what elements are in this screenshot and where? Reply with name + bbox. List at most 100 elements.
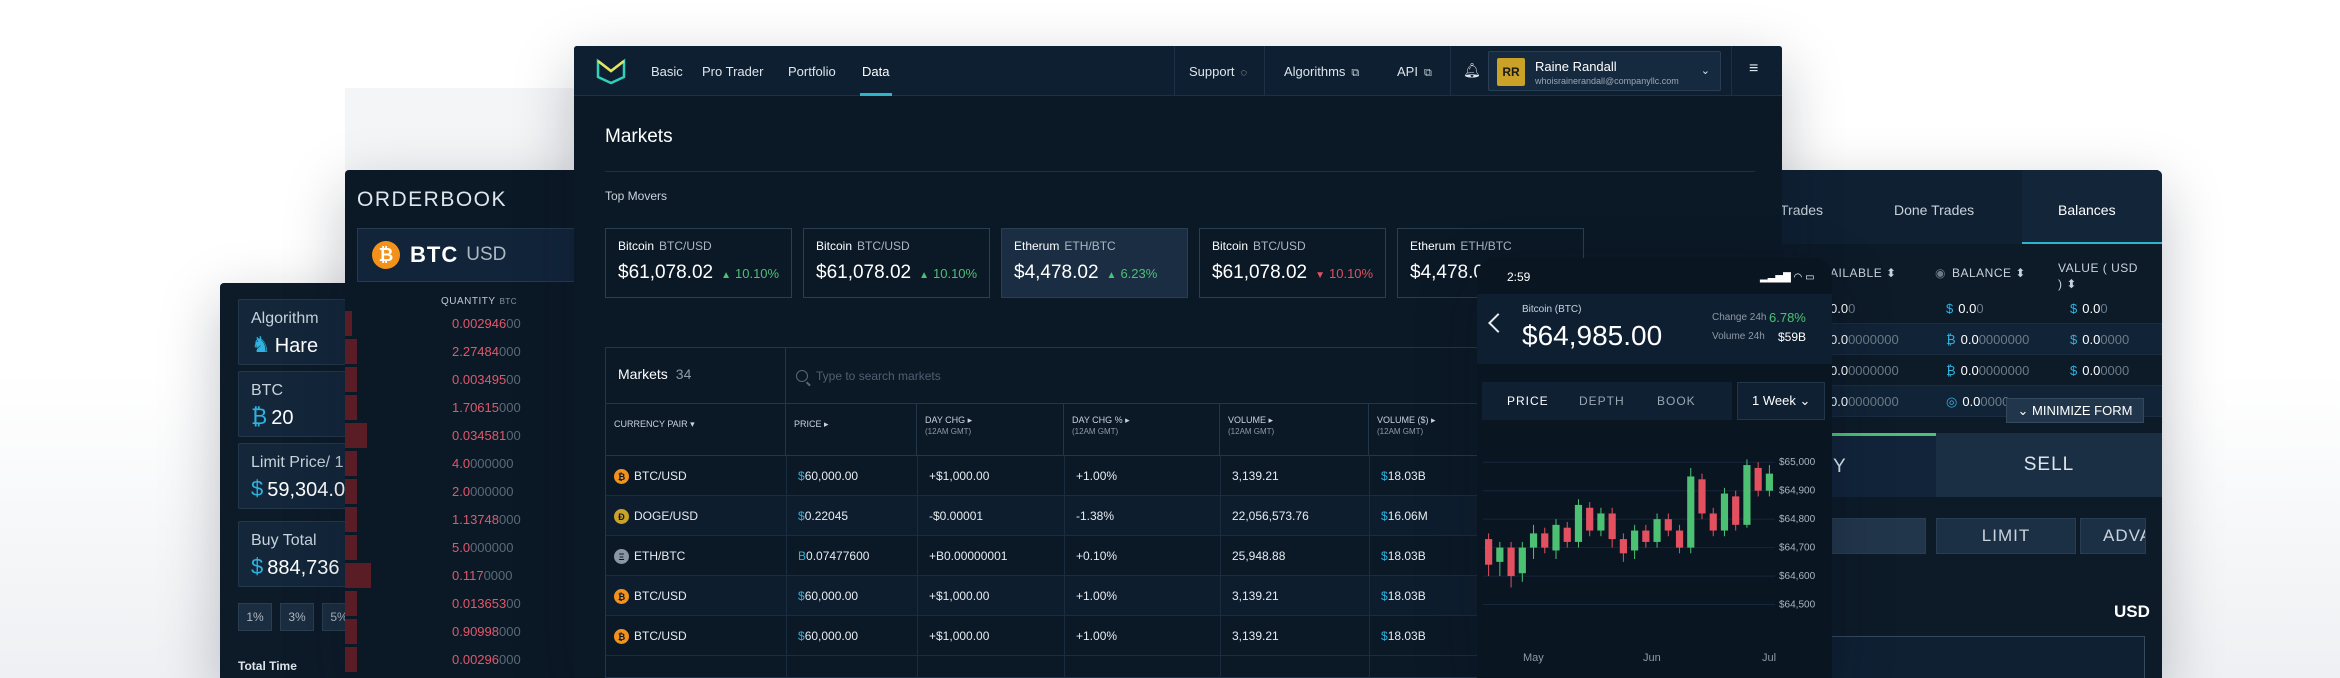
candle-body[interactable]	[1518, 547, 1526, 574]
market-order-button[interactable]	[1830, 518, 1926, 554]
candle-body[interactable]	[1541, 533, 1549, 548]
user-menu[interactable]: RR Raine Randall whoisrainerandall@compa…	[1488, 51, 1721, 91]
tab-balances[interactable]: Balances	[2058, 202, 2116, 218]
candle-body[interactable]	[1732, 496, 1740, 525]
nav-pro-trader[interactable]: Pro Trader	[702, 64, 763, 79]
tab-book[interactable]: BOOK	[1657, 394, 1696, 408]
candle-body[interactable]	[1687, 476, 1695, 548]
tab-price[interactable]: PRICE	[1507, 394, 1549, 408]
candle-body[interactable]	[1563, 527, 1571, 542]
orderbook-row[interactable]: 0.03458100	[345, 423, 585, 448]
support-link[interactable]: Support ◌	[1189, 64, 1247, 79]
balance-column-header[interactable]: ◉ BALANCE ⬍	[1935, 266, 2026, 280]
orderbook-row[interactable]: 0.90998000	[345, 619, 585, 644]
candle-body[interactable]	[1529, 533, 1538, 548]
candle-body[interactable]	[1608, 513, 1616, 540]
orderbook-quantity: 0.00294600	[452, 316, 521, 331]
candlestick-chart: $65,000 $64,900 $64,800 $64,700 $64,600 $64,5…	[1483, 457, 1816, 664]
orderbook-row[interactable]: 0.01365300	[345, 591, 585, 616]
change-value: 6.78%	[1769, 310, 1806, 325]
bell-icon[interactable]: 🔔︎	[1463, 62, 1481, 79]
nav-basic[interactable]: Basic	[651, 64, 683, 79]
candle-body[interactable]	[1496, 547, 1504, 562]
period-select[interactable]: 1 Week ⌄	[1737, 382, 1825, 420]
orderbook-quantity: 0.1170000	[452, 568, 513, 583]
tab-depth[interactable]: DEPTH	[1579, 394, 1625, 408]
orderbook-row[interactable]: 2.27484000	[345, 339, 585, 364]
change-value: 10.10%	[735, 266, 780, 281]
candle-body[interactable]	[1664, 519, 1672, 531]
column-header[interactable]: DAY CHG ▸ (12AM GMT)	[917, 404, 1064, 456]
column-divider	[1064, 456, 1065, 678]
candle-body[interactable]	[1709, 513, 1717, 531]
orderbook-row[interactable]: 2.0000000	[345, 479, 585, 504]
api-link[interactable]: API ⧉	[1397, 64, 1432, 80]
column-header[interactable]: PRICE ▸	[786, 404, 917, 456]
minimize-form-button[interactable]: ⌄ MINIMIZE FORM	[2006, 398, 2144, 423]
candle-body[interactable]	[1765, 473, 1773, 491]
nav-divider	[1174, 46, 1175, 96]
balance-zeros: 0000000	[1978, 332, 2030, 347]
candle-body[interactable]	[1642, 530, 1650, 542]
nav-portfolio[interactable]: Portfolio	[788, 64, 836, 79]
bitcoin-icon: ₿	[251, 404, 268, 429]
orderbook-row[interactable]: 4.0000000	[345, 451, 585, 476]
markets-tab[interactable]: Markets 34	[606, 348, 786, 404]
external-link-icon: ⧉	[1423, 67, 1432, 79]
nav-data[interactable]: Data	[862, 64, 889, 79]
candle-body[interactable]	[1720, 493, 1729, 531]
balance-zeros: 0	[1976, 301, 1984, 316]
candle-body[interactable]	[1586, 507, 1594, 531]
orderbook-row[interactable]: 0.1170000	[345, 563, 585, 588]
top-mover-card[interactable]: Bitcoin BTC/USD $61,078.02 ▼ 10.10%	[1199, 228, 1386, 298]
amount-input[interactable]	[1830, 636, 2145, 678]
sell-toggle[interactable]: SELL	[1936, 433, 2162, 497]
candle-body[interactable]	[1653, 519, 1661, 542]
column-header[interactable]: VOLUME ▸ (12AM GMT)	[1220, 404, 1369, 456]
balance-column-label: BALANCE ⬍	[1951, 266, 2026, 280]
currency-symbol: $	[798, 469, 805, 483]
candle-body[interactable]	[1754, 467, 1762, 491]
orderbook-pair-selector[interactable]: ₿ BTC USD	[357, 228, 585, 282]
candle-body[interactable]	[1485, 539, 1493, 565]
available-column-header[interactable]: AILABLE ⬍	[1830, 266, 1897, 280]
balance-cell: ₿ 0.00000000	[1946, 332, 2029, 347]
hamburger-menu-icon[interactable]: ≡	[1749, 60, 1758, 78]
quantity-value: 1.13748	[452, 512, 499, 527]
orderbook-row[interactable]: 0.00349500	[345, 367, 585, 392]
candle-body[interactable]	[1698, 479, 1706, 514]
limit-order-button[interactable]: LIMIT	[1936, 518, 2076, 554]
mover-price: $4,478.02 ▲ 6.23%	[1014, 262, 1175, 284]
candle-body[interactable]	[1574, 504, 1583, 542]
orderbook-row[interactable]: 0.00294600	[345, 311, 585, 336]
percent-3-button[interactable]: 3%	[280, 603, 314, 631]
value-column-header[interactable]: VALUE ( USD) ⬍	[2058, 260, 2138, 292]
candle-body[interactable]	[1552, 524, 1560, 551]
tab-trades[interactable]: Trades	[1780, 202, 1823, 218]
candle-body[interactable]	[1743, 465, 1751, 525]
column-header[interactable]: CURRENCY PAIR ▾	[606, 404, 786, 456]
top-mover-card[interactable]: Bitcoin BTC/USD $61,078.02 ▲ 10.10%	[605, 228, 792, 298]
candle-body[interactable]	[1619, 539, 1627, 554]
candle-body[interactable]	[1675, 530, 1684, 548]
advanced-order-button[interactable]: ADVANCED	[2080, 518, 2146, 554]
tab-done-trades[interactable]: Done Trades	[1894, 202, 1974, 218]
candle-body[interactable]	[1507, 547, 1515, 577]
algorithms-link[interactable]: Algorithms ⧉	[1284, 64, 1359, 80]
volume-usd-value: 16.06M	[1387, 509, 1428, 523]
top-mover-card[interactable]: Bitcoin BTC/USD $61,078.02 ▲ 10.10%	[803, 228, 990, 298]
back-arrow-icon[interactable]	[1488, 313, 1508, 333]
currency-symbol: $	[1381, 629, 1388, 643]
top-mover-card[interactable]: Etherum ETH/BTC $4,478.02 ▲ 6.23%	[1001, 228, 1188, 298]
search-input[interactable]	[816, 364, 1216, 388]
candle-body[interactable]	[1597, 513, 1605, 531]
column-header[interactable]: DAY CHG % ▸ (12AM GMT)	[1064, 404, 1220, 456]
orderbook-row[interactable]: 1.70615000	[345, 395, 585, 420]
support-label: Support	[1189, 64, 1235, 79]
orderbook-row[interactable]: 1.13748000	[345, 507, 585, 532]
change-value: 6.23%	[1120, 266, 1158, 281]
orderbook-row[interactable]: 5.0000000	[345, 535, 585, 560]
orderbook-row[interactable]: 0.00296000	[345, 647, 585, 672]
percent-1-button[interactable]: 1%	[238, 603, 272, 631]
candle-body[interactable]	[1631, 530, 1639, 551]
